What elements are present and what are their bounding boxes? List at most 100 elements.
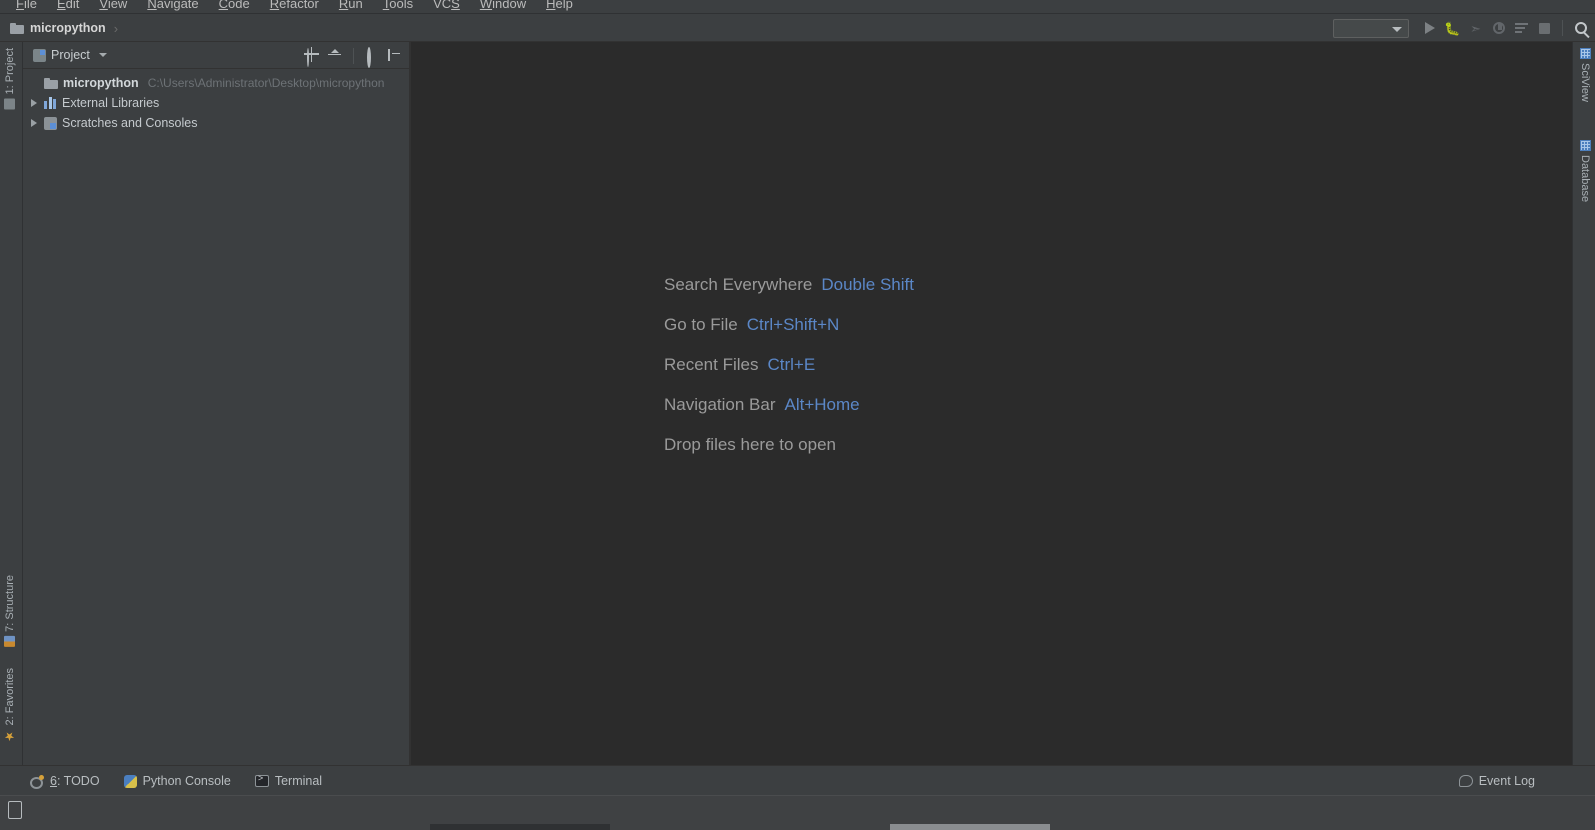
play-icon [1425,22,1435,34]
tree-node-micropython[interactable]: micropython C:\Users\Administrator\Deskto… [23,73,409,93]
tree-node-label: micropython [63,76,139,90]
scratch-icon [44,117,57,130]
profiler-icon: ➣ [1470,22,1481,35]
tree-node-path: C:\Users\Administrator\Desktop\micropyth… [148,76,385,90]
settings-button[interactable] [366,49,380,63]
expand-arrow-icon[interactable] [31,99,37,107]
sidebar-item-favorites-label: 2: Favorites [4,668,16,725]
search-everywhere-button[interactable] [1570,18,1591,39]
menu-item-tools[interactable]: Tools [373,0,423,14]
tool-button-todo[interactable]: 6: TODO [30,774,100,788]
editor-hint: Go to File Ctrl+Shift+N [664,315,914,335]
tool-button-terminal-label: Terminal [275,774,322,788]
editor-hint-shortcut: Alt+Home [785,395,860,415]
editor-hint: Search Everywhere Double Shift [664,275,914,295]
menu-item-refactor[interactable]: Refactor [260,0,329,14]
run-with-profiler-button[interactable]: ➣ [1465,18,1486,39]
editor-hint-action: Navigation Bar [664,395,776,415]
database-icon [1580,140,1591,151]
chevron-down-icon [1392,27,1402,32]
editor-hint: Navigation Bar Alt+Home [664,395,914,415]
breadcrumb[interactable]: micropython › [10,14,118,42]
editor-hint-action: Drop files here to open [664,435,836,455]
menu-item-edit[interactable]: Edit [47,0,89,14]
gear-icon [367,47,371,68]
sidebar-item-structure-label: 7: Structure [4,575,16,632]
menu-item-window[interactable]: Window [470,0,536,14]
editor-hint-action: Go to File [664,315,738,335]
run-tests-button[interactable] [1511,18,1532,39]
sidebar-item-database-label: Database [1579,155,1591,202]
editor-hint-shortcut: Double Shift [821,275,914,295]
select-opened-file-button[interactable] [306,49,320,63]
todo-icon [30,775,44,787]
menu-bar: FileEditViewNavigateCodeRefactorRunTools… [0,0,1595,14]
menu-item-file[interactable]: File [6,0,47,14]
tree-node-scratches-and-consoles[interactable]: Scratches and Consoles [23,113,409,133]
left-tool-window-stripe: 1: Project 7: Structure ★ 2: Favorites [0,42,23,765]
taskbar-tile[interactable] [890,824,1050,830]
lines-icon [1515,23,1528,33]
navigation-bar: micropython › 🐛 ➣ [0,14,1595,42]
menu-item-navigate[interactable]: Navigate [137,0,208,14]
folder-icon [44,78,58,89]
status-bar-right: Event Log [1459,766,1535,796]
menu-item-help[interactable]: Help [536,0,583,14]
hide-button[interactable] [387,49,401,63]
expand-arrow-icon[interactable] [31,119,37,127]
sidebar-item-sciview[interactable]: SciView [1579,48,1591,102]
structure-icon [5,636,16,647]
target-icon [307,48,309,67]
editor-hint-action: Search Everywhere [664,275,812,295]
bug-icon: 🐛 [1444,22,1460,35]
toolbar-divider [1562,20,1563,36]
project-panel-title-group[interactable]: Project [33,48,107,62]
breadcrumb-project-name[interactable]: micropython [30,21,106,35]
sidebar-item-database[interactable]: Database [1579,140,1591,202]
right-tool-window-stripe: SciView Database [1572,42,1595,765]
menu-item-code[interactable]: Code [209,0,260,14]
sidebar-item-sciview-label: SciView [1579,63,1591,102]
sidebar-item-project[interactable]: 1: Project [4,48,16,109]
star-icon: ★ [5,729,16,743]
run-with-coverage-button[interactable] [1488,18,1509,39]
debug-button[interactable]: 🐛 [1442,18,1463,39]
tool-button-python-console[interactable]: Python Console [124,774,231,788]
editor-hint: Drop files here to open [664,435,914,455]
event-log-button[interactable]: Event Log [1479,774,1535,788]
search-icon [1575,22,1587,34]
tree-node-label: Scratches and Consoles [62,116,198,130]
tree-node-label: External Libraries [62,96,159,110]
libraries-icon [44,97,57,109]
empty-editor-hints: Search Everywhere Double Shift Go to File C… [664,275,914,455]
sidebar-item-structure[interactable]: 7: Structure [4,575,16,647]
run-button[interactable] [1419,18,1440,39]
taskbar-tile[interactable] [430,824,610,830]
panel-divider [353,48,354,64]
python-icon [124,775,137,788]
project-tree: micropython C:\Users\Administrator\Deskto… [23,69,409,133]
project-icon [5,98,16,109]
menu-item-vcs[interactable]: VCS [423,0,470,14]
run-configuration-selector[interactable] [1333,19,1409,38]
sidebar-item-favorites[interactable]: ★ 2: Favorites [4,668,16,743]
editor-area: Search Everywhere Double Shift Go to File C… [411,42,1572,765]
editor-hint-shortcut: Ctrl+E [767,355,815,375]
editor-hint-shortcut: Ctrl+Shift+N [747,315,840,335]
collapse-all-button[interactable] [327,49,341,63]
project-panel-title: Project [51,48,90,62]
os-taskbar [0,795,1595,830]
stop-button[interactable] [1534,18,1555,39]
event-log-icon [1459,775,1473,787]
stop-icon [1539,23,1550,34]
chevron-down-icon[interactable] [99,53,107,57]
project-panel-header: Project [23,42,409,69]
window-icon[interactable] [8,801,22,819]
menu-item-run[interactable]: Run [329,0,373,14]
tree-node-external-libraries[interactable]: External Libraries [23,93,409,113]
tool-button-todo-label: 6: TODO [50,774,100,788]
status-bar: 6: TODO Python Console Terminal Event Lo… [0,765,1595,795]
tool-button-python-console-label: Python Console [143,774,231,788]
tool-button-terminal[interactable]: Terminal [255,774,322,788]
menu-item-view[interactable]: View [89,0,137,14]
